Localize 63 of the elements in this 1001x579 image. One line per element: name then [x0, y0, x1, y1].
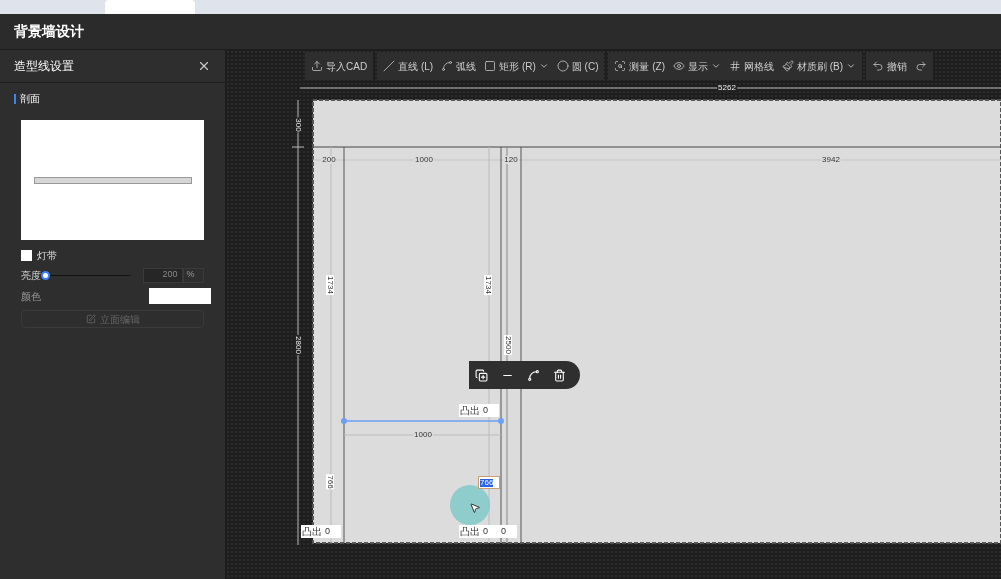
- copy-icon[interactable]: [475, 368, 489, 382]
- length-input[interactable]: 766: [478, 476, 500, 489]
- cursor-icon: [469, 502, 481, 514]
- click-highlight: [450, 485, 490, 525]
- protrusion-field[interactable]: 0: [481, 527, 499, 536]
- dimension-label: 2500: [504, 335, 512, 355]
- line-icon: [383, 60, 396, 72]
- protrusion-field[interactable]: 0: [499, 527, 517, 536]
- dimension-label: 5262: [717, 84, 737, 92]
- toolbar-button[interactable]: 材质刷 (B): [778, 54, 861, 78]
- toolbar-button[interactable]: 测量 (Z): [610, 54, 669, 78]
- dimension-label: 2800: [294, 335, 302, 355]
- toolbar-button[interactable]: 直线 (L): [379, 54, 438, 78]
- dimension-label: 300: [294, 117, 302, 133]
- dimension-label: 766: [326, 474, 334, 490]
- dimension-label: 1000: [413, 431, 433, 439]
- protrusion-label: 凸出: [459, 526, 481, 537]
- color-swatch[interactable]: [149, 288, 211, 304]
- measure-icon: [614, 60, 627, 72]
- dimension-label: 3942: [821, 156, 841, 164]
- close-icon[interactable]: [197, 59, 211, 73]
- dimension-label: 1000: [414, 156, 434, 164]
- curve-icon: [441, 60, 454, 72]
- dimension-label: 120: [503, 156, 519, 164]
- slider-thumb[interactable]: [41, 270, 51, 280]
- undo-icon: [872, 60, 885, 72]
- protrusion-label: 凸出: [459, 405, 481, 416]
- dimension-label: 1734: [326, 275, 334, 295]
- app-title: 背景墙设计: [14, 22, 84, 41]
- protrusion-label: 凸出: [301, 526, 323, 537]
- toolbar-button[interactable]: 圆 (C): [552, 54, 603, 78]
- section-marker: [14, 93, 16, 104]
- hash-icon: [729, 60, 741, 72]
- panel-title: 造型线设置: [14, 58, 74, 75]
- section-title: 剖面: [20, 92, 40, 106]
- toolbar-button[interactable]: 弧线: [437, 54, 481, 78]
- curve-icon[interactable]: [526, 368, 540, 382]
- eye-icon: [673, 60, 685, 72]
- protrusion-field[interactable]: 0: [481, 406, 499, 415]
- brightness-label: 亮度: [21, 268, 42, 283]
- dimension-label: 200: [321, 156, 337, 164]
- color-label: 颜色: [21, 289, 41, 304]
- circle-icon: [556, 60, 569, 72]
- brightness-field[interactable]: 200: [142, 267, 183, 283]
- toolbar-button[interactable]: 矩形 (R): [480, 54, 553, 78]
- caret-icon: [538, 61, 549, 71]
- protrusion-field[interactable]: 0: [323, 527, 341, 536]
- toolbar-button[interactable]: 网格线: [725, 54, 778, 78]
- unit-label: %: [182, 267, 204, 283]
- toolbar-button[interactable]: 导入CAD: [307, 54, 372, 78]
- edit-icon: [85, 314, 96, 324]
- toolbar-button[interactable]: 显示: [669, 54, 725, 78]
- dimension-label: 1734: [484, 275, 492, 295]
- caret-icon: [711, 61, 721, 71]
- upload-icon: [311, 60, 323, 72]
- square-icon: [484, 60, 497, 72]
- checkbox-label: 灯带: [37, 249, 57, 263]
- checkbox[interactable]: [21, 250, 32, 261]
- caret-icon: [846, 61, 857, 71]
- toolbar-button[interactable]: 撤销: [868, 54, 912, 78]
- brush-icon: [782, 60, 794, 72]
- redo-icon: [915, 60, 928, 72]
- trash-icon[interactable]: [552, 368, 566, 382]
